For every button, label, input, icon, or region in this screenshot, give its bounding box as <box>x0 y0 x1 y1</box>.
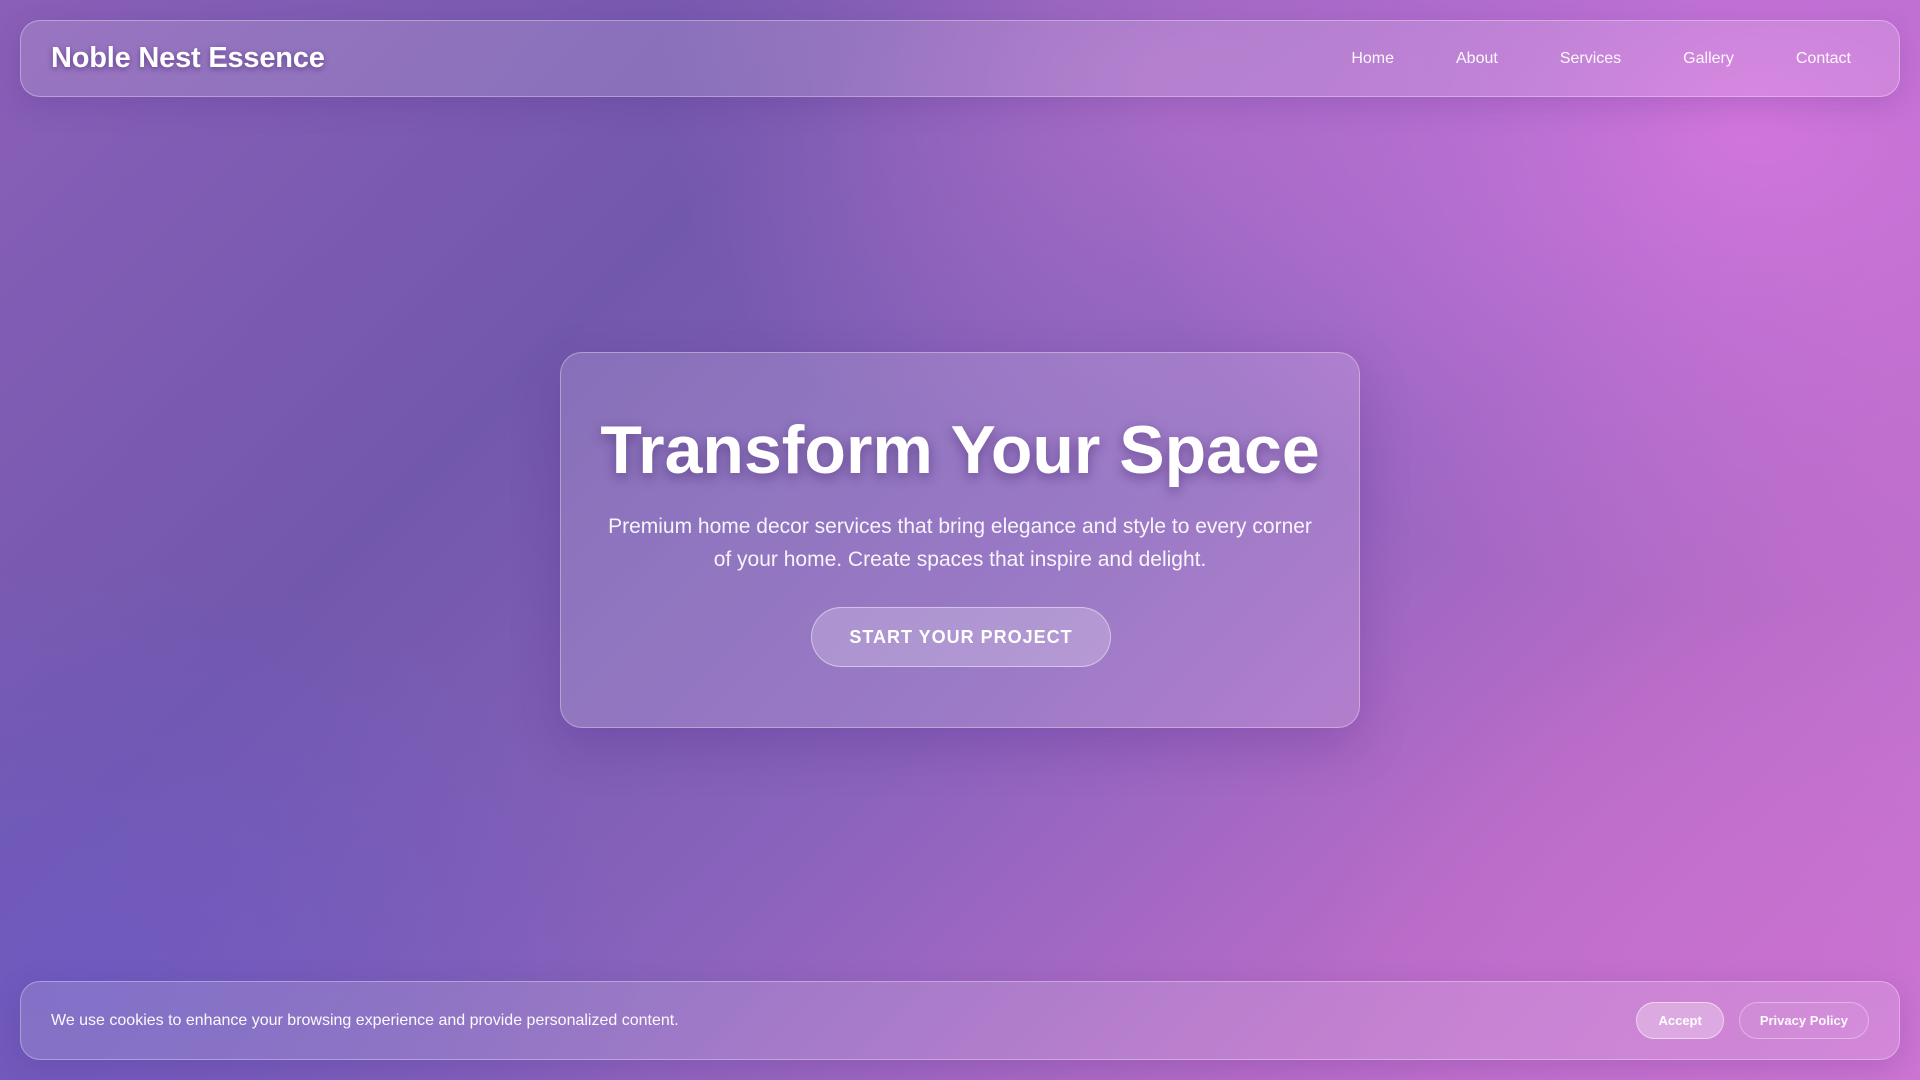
accept-cookies-button[interactable]: Accept <box>1636 1002 1724 1039</box>
start-project-button[interactable]: START YOUR PROJECT <box>811 607 1111 667</box>
privacy-policy-button[interactable]: Privacy Policy <box>1738 1002 1869 1039</box>
hero-card: Transform Your Space Premium home decor … <box>560 352 1360 728</box>
cookie-actions: Accept Privacy Policy <box>1636 1002 1869 1039</box>
cookie-banner: We use cookies to enhance your browsing … <box>20 981 1900 1060</box>
main-nav: Home About Services Gallery Contact <box>1309 42 1869 76</box>
hero-title: Transform Your Space <box>600 412 1320 488</box>
nav-link-contact[interactable]: Contact <box>1776 42 1871 76</box>
nav-link-services[interactable]: Services <box>1540 42 1641 76</box>
hero-subtitle: Premium home decor services that bring e… <box>608 515 1312 571</box>
nav-link-gallery[interactable]: Gallery <box>1663 42 1754 76</box>
nav-link-home[interactable]: Home <box>1331 42 1414 76</box>
nav-link-about[interactable]: About <box>1436 42 1518 76</box>
brand-logo[interactable]: Noble Nest Essence <box>51 42 325 75</box>
cookie-message: We use cookies to enhance your browsing … <box>51 1011 679 1029</box>
site-header: Noble Nest Essence Home About Services G… <box>20 20 1900 97</box>
